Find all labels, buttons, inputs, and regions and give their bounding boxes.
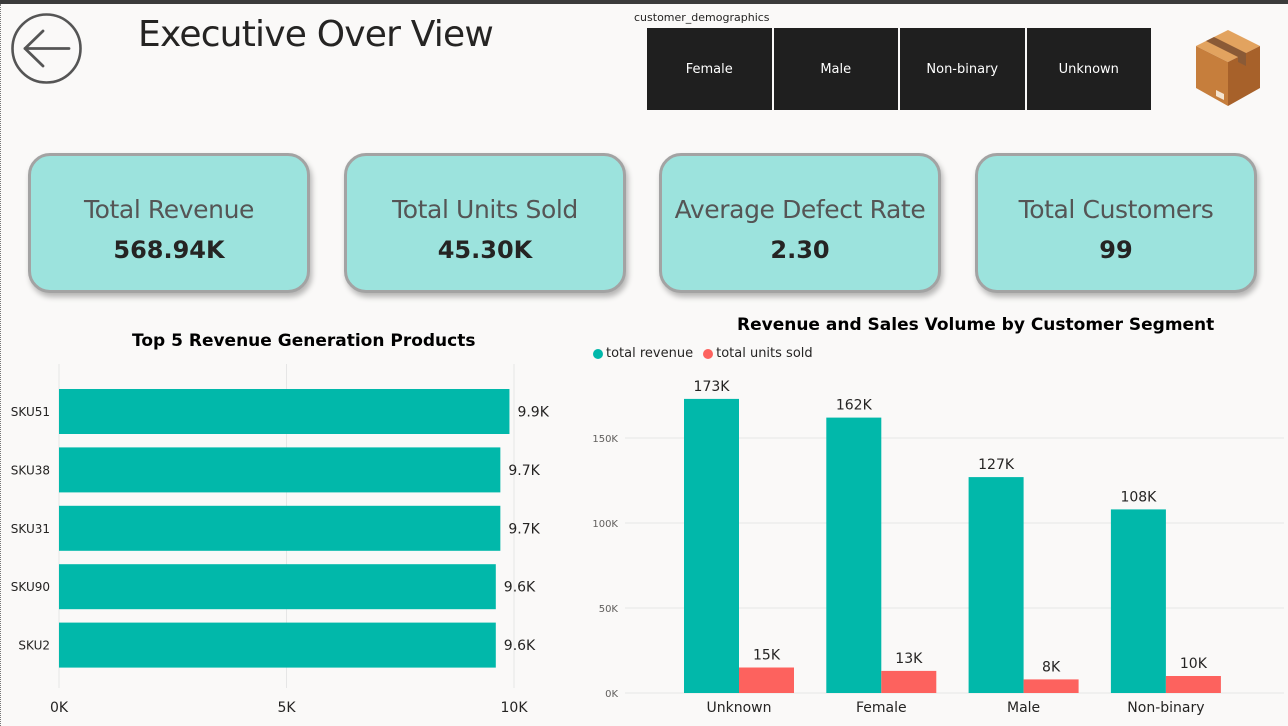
y-tick-label: 100K	[592, 519, 618, 530]
revenue-bar-female	[826, 417, 882, 693]
bar-data-label: 9.6K	[504, 638, 536, 654]
kpi-total-customers: Total Customers 99	[975, 153, 1257, 293]
top-products-chart-title: Top 5 Revenue Generation Products	[132, 331, 476, 351]
bar-data-label: 9.7K	[508, 463, 540, 479]
x-tick-label: 0K	[50, 700, 69, 716]
package-box-icon	[1192, 26, 1264, 108]
bar-data-label: 127K	[978, 457, 1015, 473]
slicer-title: customer_demographics	[634, 11, 770, 24]
bar-sku2	[59, 622, 496, 668]
top-products-bar-chart: 0K 5K 10K SKU51 9.9K SKU38 9.7K SKU31 9.7K SKU90 9…	[11, 364, 550, 716]
y-category-label: SKU90	[11, 580, 50, 594]
kpi-value: 45.30K	[437, 236, 533, 264]
segment-clustered-bar-chart: 0K 50K 100K 150K 173K 15K Unknown 162K 13K Female…	[592, 379, 1284, 716]
y-category-label: SKU31	[11, 522, 50, 536]
bar-data-label: 9.6K	[504, 580, 536, 596]
bar-data-label: 9.9K	[517, 405, 549, 421]
bar-data-label: 9.7K	[508, 521, 540, 537]
page-title: Executive Over View	[138, 14, 494, 55]
bar-data-label: 162K	[836, 398, 873, 414]
revenue-bar-non-binary	[1110, 509, 1166, 693]
slicer-option-non-binary[interactable]: Non-binary	[900, 28, 1025, 110]
slicer-option-male[interactable]: Male	[773, 28, 898, 110]
customer-demographics-slicer: Female Male Non-binary Unknown	[647, 28, 1151, 110]
kpi-total-units-sold: Total Units Sold 45.30K	[344, 153, 626, 293]
kpi-label: Average Defect Rate	[674, 195, 926, 224]
segment-chart-legend: total revenue total units sold	[593, 346, 813, 361]
kpi-total-revenue: Total Revenue 568.94K	[28, 153, 310, 293]
units-bar-non-binary	[1165, 676, 1221, 693]
bar-data-label: 108K	[1120, 489, 1157, 505]
segment-chart-title: Revenue and Sales Volume by Customer Seg…	[737, 315, 1215, 335]
bar-data-label: 10K	[1180, 656, 1208, 672]
legend-item-units[interactable]: total units sold	[703, 346, 813, 361]
x-tick-label: 5K	[277, 700, 296, 716]
kpi-average-defect-rate: Average Defect Rate 2.30	[659, 153, 941, 293]
kpi-value: 568.94K	[113, 236, 225, 264]
y-category-label: SKU38	[11, 463, 50, 477]
bar-data-label: 15K	[753, 648, 781, 664]
bar-data-label: 8K	[1042, 659, 1061, 675]
revenue-bar-unknown	[684, 398, 739, 693]
y-category-label: SKU51	[11, 405, 50, 419]
bar-sku51	[59, 389, 510, 434]
bar-sku31	[59, 505, 501, 551]
bar-sku90	[59, 564, 496, 610]
y-category-label: SKU2	[18, 639, 50, 653]
bar-data-label: 173K	[694, 379, 731, 395]
arrow-left-circle-icon	[11, 13, 82, 84]
slicer-option-unknown[interactable]: Unknown	[1026, 28, 1151, 110]
kpi-label: Total Revenue	[83, 195, 254, 224]
kpi-label: Total Units Sold	[392, 195, 578, 224]
units-bar-female	[881, 670, 937, 693]
x-tick-label: 10K	[501, 700, 529, 716]
kpi-label: Total Customers	[1018, 195, 1214, 224]
y-tick-label: 150K	[592, 434, 618, 445]
bar-sku38	[59, 447, 501, 493]
x-category-label: Non-binary	[1127, 700, 1204, 716]
top-strip	[0, 0, 1288, 4]
legend-marker-units	[703, 348, 714, 359]
bar-data-label: 13K	[895, 651, 923, 667]
back-button[interactable]	[11, 13, 82, 84]
legend-label-units: total units sold	[716, 346, 813, 361]
slicer-option-female[interactable]: Female	[647, 28, 772, 110]
x-category-label: Female	[856, 700, 907, 716]
y-tick-label: 50K	[599, 604, 619, 615]
legend-marker-revenue	[593, 348, 603, 359]
revenue-bar-male	[968, 477, 1024, 693]
legend-label-revenue: total revenue	[606, 346, 694, 361]
x-category-label: Unknown	[707, 700, 772, 716]
legend-item-revenue[interactable]: total revenue	[593, 346, 693, 361]
units-bar-male	[1023, 679, 1079, 693]
units-bar-unknown	[739, 667, 794, 693]
kpi-value: 2.30	[770, 236, 830, 264]
x-category-label: Male	[1007, 700, 1040, 716]
y-tick-label: 0K	[605, 689, 618, 700]
kpi-value: 99	[1099, 236, 1133, 264]
